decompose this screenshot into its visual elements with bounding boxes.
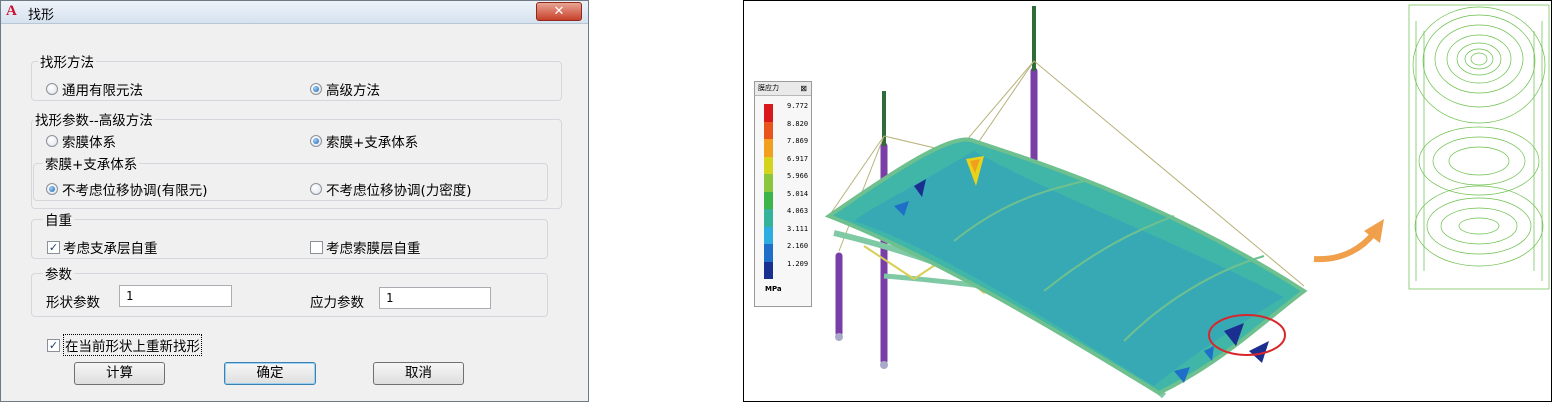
legend-unit: MPa [765,285,782,293]
checkbox-refind-current-shape[interactable]: ✓ 在当前形状上重新找形 [47,334,202,356]
weight-group-label: 自重 [43,209,74,229]
form-finding-dialog: A 找形 ✕ 找形方法 通用有限元法 高级方法 找形参数--高级方法 索膜体系 … [0,0,589,402]
param-group-label: 参数 [43,263,74,283]
legend-swatch [764,139,773,157]
radio-general-fem[interactable]: 通用有限元法 [46,79,143,99]
method-group-label: 找形方法 [38,51,96,71]
legend-swatch [764,174,773,192]
radio-no-displacement-fem[interactable]: 不考虑位移协调(有限元) [46,179,208,199]
legend-value: 4.063 [787,207,809,215]
dialog-title: 找形 [28,8,55,23]
legend-value: 2.160 [787,242,809,250]
checkbox-membrane-weight-label: 考虑索膜层自重 [326,241,421,257]
checkbox-membrane-weight[interactable]: 考虑索膜层自重 [310,237,421,257]
radio-cable-membrane-support[interactable]: 索膜+支承体系 [310,131,418,151]
legend-value: 7.869 [787,137,809,145]
legend-value: 5.966 [787,172,809,180]
autocad-logo-icon: A [6,3,17,19]
radio-advanced-method[interactable]: 高级方法 [310,79,380,99]
stress-legend: 膜应力 ⊠ 9.772 8.820 7.869 6.917 5.966 5.014 4.06… [754,81,812,307]
checkbox-support-weight-label: 考虑支承层自重 [63,241,158,257]
checkbox-checked-icon: ✓ [47,338,60,352]
legend-value: 1.209 [787,259,809,268]
radio-icon [310,183,322,195]
radio-no-displacement-force-density-label: 不考虑位移协调(力密度) [326,183,472,199]
orange-arrow-icon [1313,231,1377,263]
legend-value: 5.014 [787,189,809,198]
stress-param-input[interactable]: 1 [379,287,491,309]
compute-button[interactable]: 计算 [74,362,165,385]
radio-advanced-method-label: 高级方法 [326,83,380,99]
base-footings [835,333,888,369]
membrane-structure-render [824,4,1550,399]
shape-param-input[interactable]: 1 [119,285,232,307]
radio-no-displacement-fem-label: 不考虑位移协调(有限元) [62,183,208,199]
ok-button[interactable]: 确定 [224,362,316,385]
legend-header: 膜应力 ⊠ [755,82,811,96]
legend-title: 膜应力 [758,84,779,92]
legend-value: 3.111 [787,224,809,233]
radio-cable-membrane[interactable]: 索膜体系 [46,131,116,151]
legend-swatch [764,121,773,139]
radio-icon [46,83,58,95]
mast-tops [882,6,1036,146]
contour-plot [1408,4,1550,290]
result-figure-panel: 膜应力 ⊠ 9.772 8.820 7.869 6.917 5.966 5.014 4.06… [743,0,1552,402]
legend-swatch [764,156,773,174]
support-subgroup-label: 索膜+支承体系 [43,153,140,173]
cancel-button[interactable]: 取消 [373,362,464,385]
legend-swatch [764,191,773,209]
radio-cable-membrane-label: 索膜体系 [62,135,116,151]
legend-swatch [764,209,773,227]
checkbox-support-weight[interactable]: ✓ 考虑支承层自重 [47,237,158,257]
legend-value: 6.917 [787,154,809,163]
stress-param-label: 应力参数 [310,295,364,311]
radio-general-fem-label: 通用有限元法 [62,83,143,99]
legend-close-icon[interactable]: ⊠ [800,82,807,95]
checkbox-checked-icon: ✓ [47,240,60,254]
radio-selected-icon [46,183,58,195]
radio-icon [46,135,58,147]
radio-selected-icon [310,135,322,147]
legend-swatch [764,226,773,244]
checkbox-icon [310,240,323,254]
legend-value: 8.820 [787,119,809,128]
legend-value: 9.772 [787,102,809,110]
legend-swatch [764,261,773,279]
close-button[interactable]: ✕ [536,2,582,21]
legend-swatch [764,104,773,122]
params-group-label: 找形参数--高级方法 [33,109,155,129]
radio-no-displacement-force-density[interactable]: 不考虑位移协调(力密度) [310,179,472,199]
dialog-titlebar[interactable]: A 找形 ✕ [1,1,588,24]
shape-param-label: 形状参数 [46,295,100,311]
checkbox-refind-label: 在当前形状上重新找形 [63,334,202,356]
legend-swatch [764,244,773,262]
radio-cable-membrane-support-label: 索膜+支承体系 [326,135,419,151]
radio-selected-icon [310,83,322,95]
